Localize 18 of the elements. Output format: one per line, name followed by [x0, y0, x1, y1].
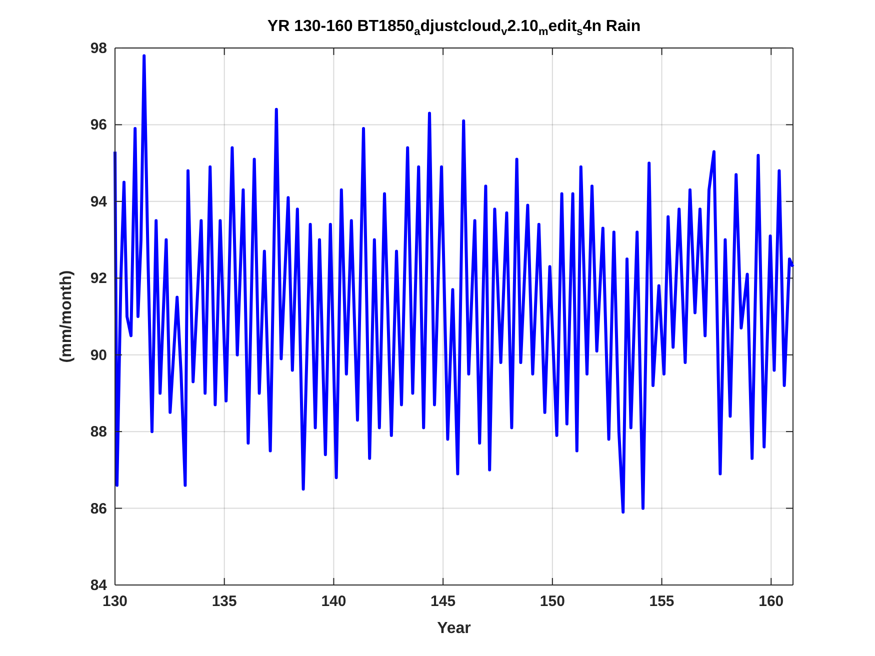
tick-label: 98	[90, 40, 107, 57]
tick-label: 130	[102, 593, 128, 610]
tick-label: 135	[212, 593, 237, 610]
tick-label: 140	[321, 593, 346, 610]
tick-label: 92	[90, 270, 107, 288]
tick-label: 90	[90, 346, 107, 364]
tick-label: 155	[649, 593, 674, 610]
tick-label: 160	[758, 593, 784, 610]
tick-label: 86	[90, 500, 107, 518]
tick-label: 96	[90, 116, 107, 134]
tick-label: 88	[90, 424, 107, 441]
chart-title: YR 130-160 BT1850$_{a}$djustcloud$_{v}$2.10$_{m}$edit$_{s}$4n Rain	[267, 19, 641, 38]
tick-label: 94	[90, 193, 107, 210]
tick-label: 84	[90, 577, 107, 594]
axis-title: Year	[437, 620, 471, 637]
tick-label: 150	[540, 593, 565, 610]
tick-label: 145	[430, 593, 456, 610]
axis-title: (mm/month)	[58, 270, 75, 363]
